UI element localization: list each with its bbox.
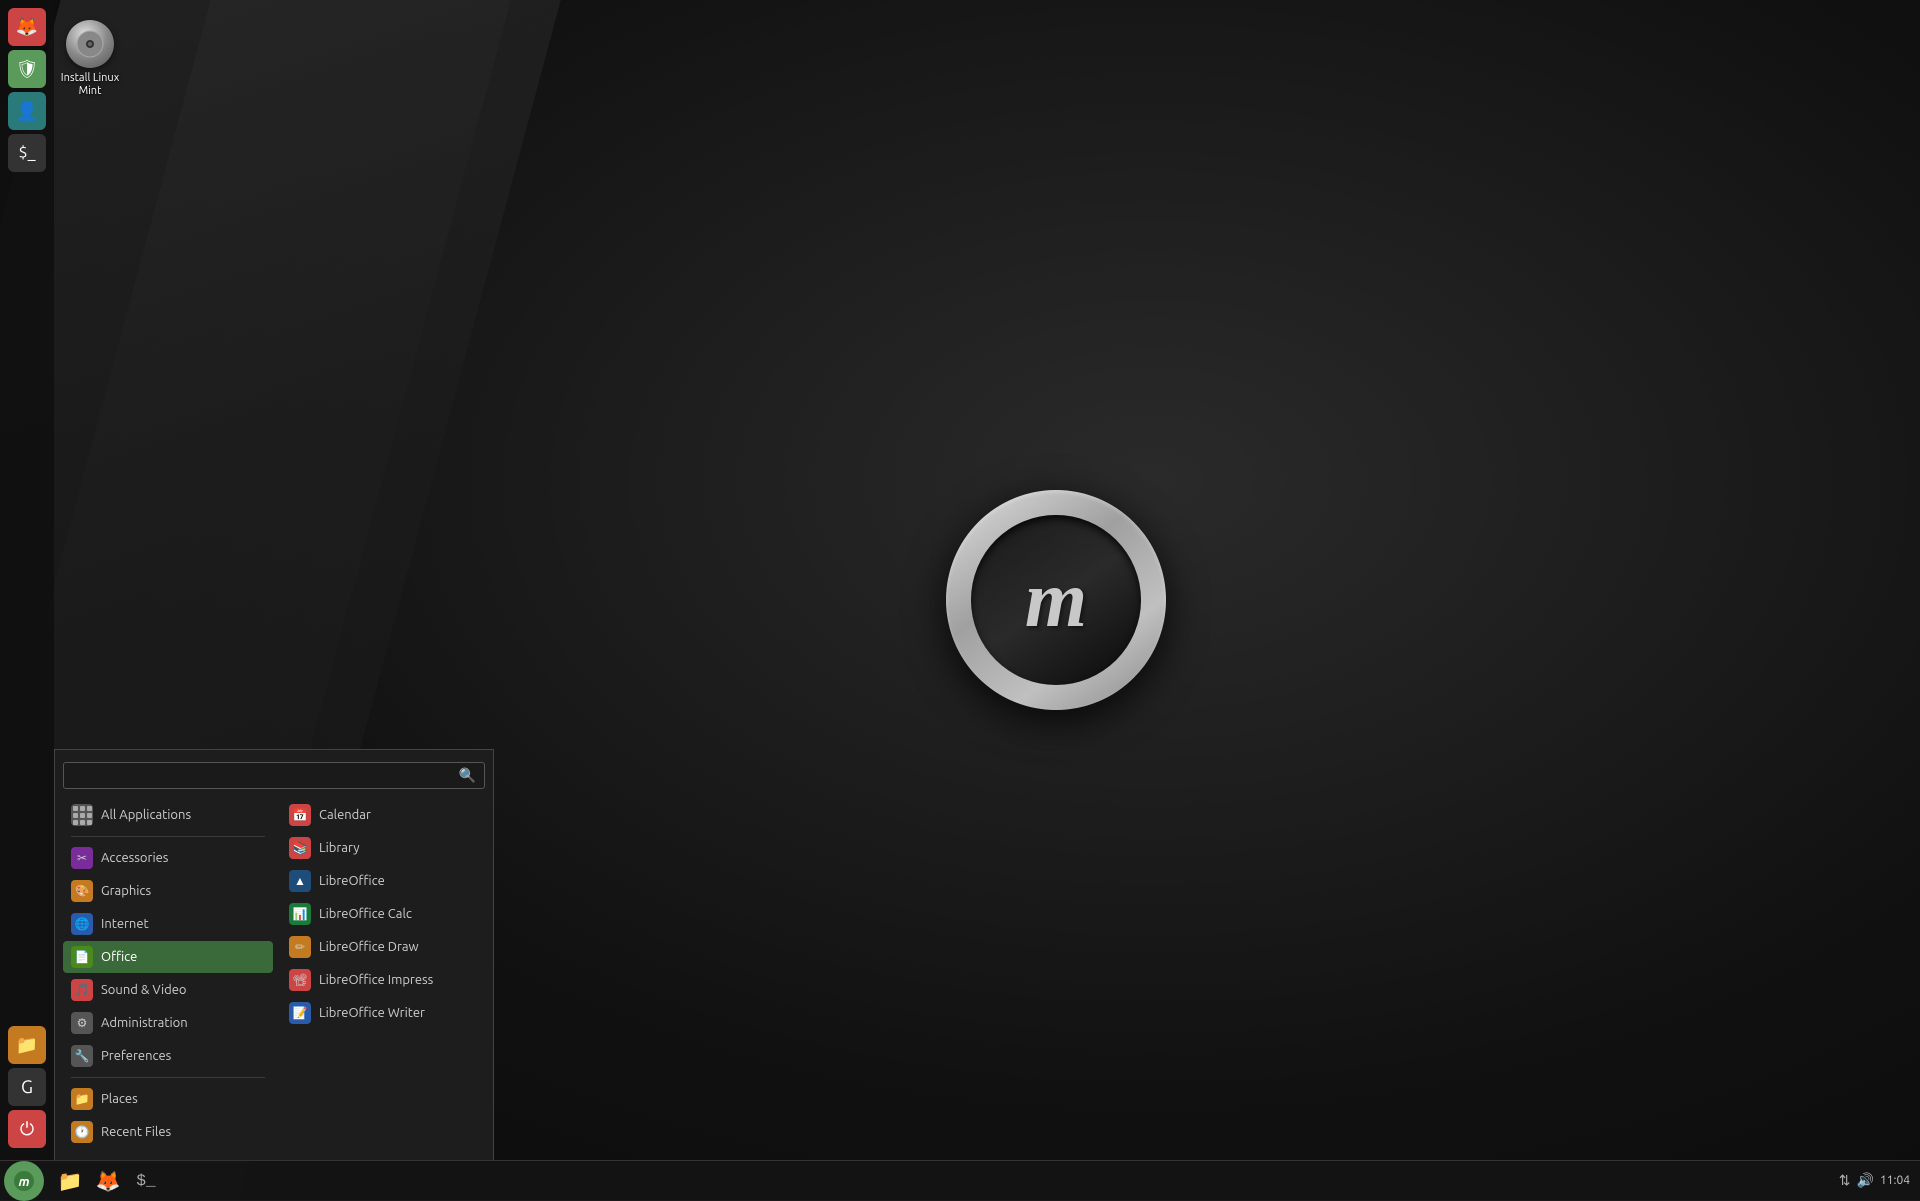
menu-item-library[interactable]: 📚 Library [281,832,483,864]
accessories-label: Accessories [101,851,168,865]
network-icon[interactable]: ⇅ [1839,1172,1851,1189]
taskbar-item-terminal[interactable]: $_ [128,1163,164,1199]
libreoffice-draw-icon: ✏ [289,936,311,958]
mint-logo: m [946,490,1166,710]
libreoffice-writer-icon: 📝 [289,1002,311,1024]
libreoffice-writer-label: LibreOffice Writer [319,1006,425,1020]
menu-left-column: All Applications ✂ Accessories 🎨 Graphic… [63,799,273,1148]
menu-item-internet[interactable]: 🌐 Internet [63,908,273,940]
menu-item-libreoffice-writer[interactable]: 📝 LibreOffice Writer [281,997,483,1029]
systray: ⇅ 🔊 11:04 [1839,1172,1920,1189]
libreoffice-draw-label: LibreOffice Draw [319,940,419,954]
sound-icon[interactable]: 🔊 [1857,1172,1874,1189]
menu-separator-2 [71,1077,265,1078]
taskbar: m 📁 🦊 $_ ⇅ 🔊 11:04 [0,1160,1920,1200]
library-icon: 📚 [289,837,311,859]
libreoffice-impress-label: LibreOffice Impress [319,973,433,987]
sidebar-panel: 🦊 🛡 👤 $_ 📁 G ⏻ [0,0,54,1160]
menu-item-preferences[interactable]: 🔧 Preferences [63,1040,273,1072]
taskbar-items: 📁 🦊 $_ [48,1163,1839,1199]
internet-label: Internet [101,917,149,931]
menu-item-sound-video[interactable]: 🎵 Sound & Video [63,974,273,1006]
sidebar-icon-mint-update[interactable]: 🛡 [8,50,46,88]
all-applications-icon [71,804,93,826]
office-icon: 📄 [71,946,93,968]
libreoffice-calc-icon: 📊 [289,903,311,925]
menu-item-office[interactable]: 📄 Office [63,941,273,973]
menu-item-libreoffice-calc[interactable]: 📊 LibreOffice Calc [281,898,483,930]
menu-item-graphics[interactable]: 🎨 Graphics [63,875,273,907]
menu-item-libreoffice-impress[interactable]: 📽 LibreOffice Impress [281,964,483,996]
sound-video-icon: 🎵 [71,979,93,1001]
disc-icon [66,20,114,68]
menu-item-places[interactable]: 📁 Places [63,1083,273,1115]
install-linux-mint-icon[interactable]: Install Linux Mint [50,20,130,98]
menu-separator-1 [71,836,265,837]
accessories-icon: ✂ [71,847,93,869]
start-menu-icon: m [12,1169,36,1193]
libreoffice-label: LibreOffice [319,874,385,888]
administration-label: Administration [101,1016,188,1030]
menu-item-all-applications[interactable]: All Applications [63,799,273,831]
menu-columns: All Applications ✂ Accessories 🎨 Graphic… [63,799,485,1148]
search-input[interactable] [72,768,459,783]
office-label: Office [101,950,137,964]
taskbar-item-files[interactable]: 📁 [52,1163,88,1199]
graphics-label: Graphics [101,884,151,898]
menu-item-libreoffice[interactable]: ▲ LibreOffice [281,865,483,897]
menu-item-accessories[interactable]: ✂ Accessories [63,842,273,874]
calendar-label: Calendar [319,808,371,822]
sidebar-icon-google[interactable]: G [8,1068,46,1106]
start-menu: 🔍 All Applications ✂ Accessories [54,749,494,1160]
sidebar-icon-terminal[interactable]: $_ [8,134,46,172]
sound-video-label: Sound & Video [101,983,187,997]
calendar-icon: 📅 [289,804,311,826]
sidebar-icon-firefox[interactable]: 🦊 [8,8,46,46]
places-icon: 📁 [71,1088,93,1110]
search-icon[interactable]: 🔍 [459,767,476,784]
menu-item-libreoffice-draw[interactable]: ✏ LibreOffice Draw [281,931,483,963]
clock: 11:04 [1880,1174,1910,1187]
search-bar[interactable]: 🔍 [63,762,485,789]
menu-item-calendar[interactable]: 📅 Calendar [281,799,483,831]
sidebar-icon-contacts[interactable]: 👤 [8,92,46,130]
menu-item-recent-files[interactable]: 🕐 Recent Files [63,1116,273,1148]
recent-files-icon: 🕐 [71,1121,93,1143]
libreoffice-impress-icon: 📽 [289,969,311,991]
menu-right-column: 📅 Calendar 📚 Library ▲ LibreOffice 📊 [273,799,483,1148]
sidebar-icon-folder[interactable]: 📁 [8,1026,46,1064]
graphics-icon: 🎨 [71,880,93,902]
menu-item-administration[interactable]: ⚙ Administration [63,1007,273,1039]
library-label: Library [319,841,359,855]
libreoffice-icon: ▲ [289,870,311,892]
preferences-label: Preferences [101,1049,171,1063]
taskbar-item-firefox[interactable]: 🦊 [90,1163,126,1199]
svg-text:m: m [18,1175,29,1189]
mint-m-letter: m [1025,560,1087,640]
sidebar-icon-power[interactable]: ⏻ [8,1110,46,1148]
all-applications-label: All Applications [101,808,191,822]
internet-icon: 🌐 [71,913,93,935]
places-label: Places [101,1092,138,1106]
install-linux-mint-label: Install Linux Mint [50,72,130,98]
administration-icon: ⚙ [71,1012,93,1034]
preferences-icon: 🔧 [71,1045,93,1067]
libreoffice-calc-label: LibreOffice Calc [319,907,412,921]
start-button[interactable]: m [4,1161,44,1201]
recent-files-label: Recent Files [101,1125,171,1139]
